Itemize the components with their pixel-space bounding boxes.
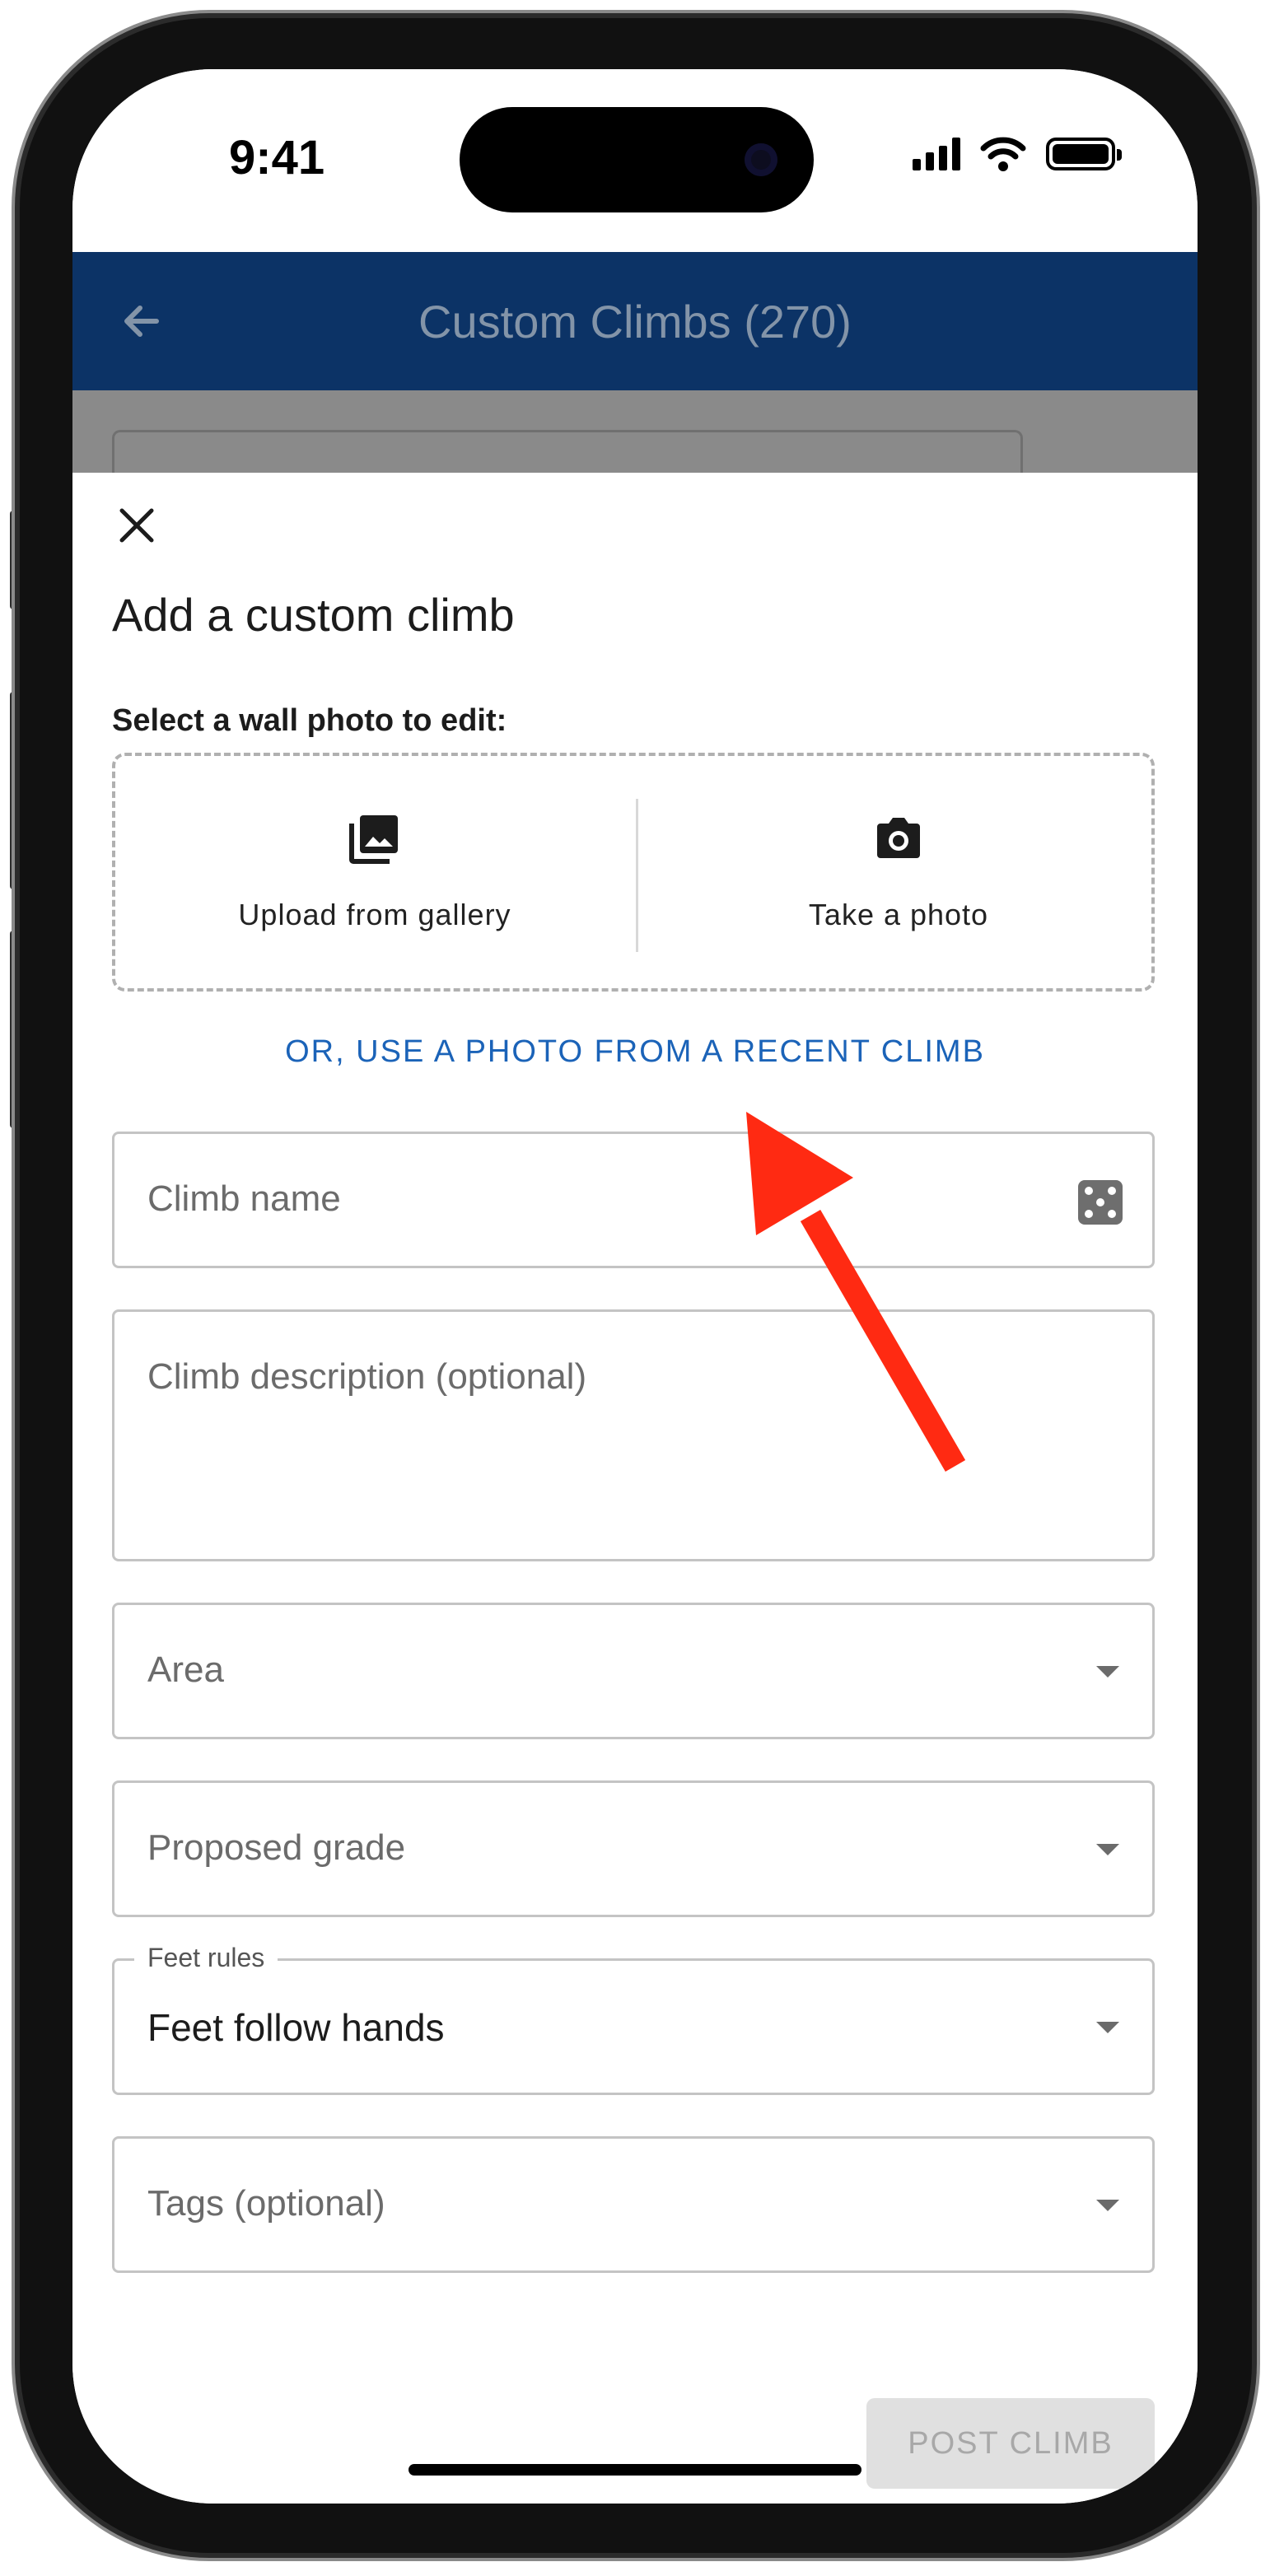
photo-picker: Upload from gallery Take a photo xyxy=(112,753,1155,992)
tags-select[interactable]: Tags (optional) xyxy=(112,2136,1155,2273)
feet-rules-value: Feet follow hands xyxy=(147,2006,445,2049)
upload-from-gallery-button[interactable]: Upload from gallery xyxy=(115,756,634,988)
volume-down-button xyxy=(10,931,20,1128)
phone-screen: 9:41 Custom Climbs (270) Add a custom cl… xyxy=(72,69,1198,2504)
climb-name-field[interactable]: Climb name xyxy=(112,1132,1155,1268)
signal-icon xyxy=(913,138,960,170)
app-bar-title: Custom Climbs (270) xyxy=(418,296,852,348)
status-icons xyxy=(913,137,1122,171)
home-indicator xyxy=(409,2464,861,2476)
silent-switch xyxy=(10,511,20,609)
use-recent-photo-link[interactable]: OR, USE A PHOTO FROM A RECENT CLIMB xyxy=(72,1034,1198,1070)
volume-up-button xyxy=(10,692,20,889)
photo-options-divider xyxy=(636,799,638,952)
camera-icon xyxy=(877,818,920,858)
climb-description-field[interactable]: Climb description (optional) xyxy=(112,1309,1155,1561)
dice-icon[interactable] xyxy=(1078,1180,1123,1225)
sheet-title: Add a custom climb xyxy=(112,589,515,641)
climb-name-placeholder: Climb name xyxy=(147,1178,341,1219)
dropdown-caret-icon xyxy=(1096,1666,1119,1678)
take-photo-button[interactable]: Take a photo xyxy=(639,756,1158,988)
upload-from-gallery-label: Upload from gallery xyxy=(238,898,511,931)
climb-description-placeholder: Climb description (optional) xyxy=(147,1356,587,1397)
tags-placeholder: Tags (optional) xyxy=(147,2183,385,2224)
area-placeholder: Area xyxy=(147,1650,224,1690)
app-bar: Custom Climbs (270) xyxy=(72,252,1198,390)
area-select[interactable]: Area xyxy=(112,1603,1155,1739)
proposed-grade-select[interactable]: Proposed grade xyxy=(112,1780,1155,1917)
proposed-grade-placeholder: Proposed grade xyxy=(147,1827,406,1868)
wifi-icon xyxy=(980,137,1026,171)
take-photo-label: Take a photo xyxy=(808,898,989,931)
dynamic-island xyxy=(460,107,814,212)
battery-icon xyxy=(1046,138,1122,170)
photo-section-label: Select a wall photo to edit: xyxy=(112,703,507,738)
dropdown-caret-icon xyxy=(1096,1844,1119,1855)
post-climb-button[interactable]: POST CLIMB xyxy=(866,2398,1155,2489)
add-climb-sheet: Add a custom climb Select a wall photo t… xyxy=(72,473,1198,2504)
close-icon[interactable] xyxy=(112,501,161,550)
gallery-icon xyxy=(349,815,398,864)
status-time: 9:41 xyxy=(229,131,325,184)
background-dim-overlay xyxy=(72,390,1198,482)
dropdown-caret-icon xyxy=(1096,2200,1119,2211)
feet-rules-select[interactable]: Feet rules Feet follow hands xyxy=(112,1943,1155,2095)
status-bar: 9:41 xyxy=(72,69,1198,252)
dropdown-caret-icon xyxy=(1096,2022,1119,2033)
feet-rules-label: Feet rules xyxy=(134,1943,278,1973)
front-camera xyxy=(745,143,777,176)
